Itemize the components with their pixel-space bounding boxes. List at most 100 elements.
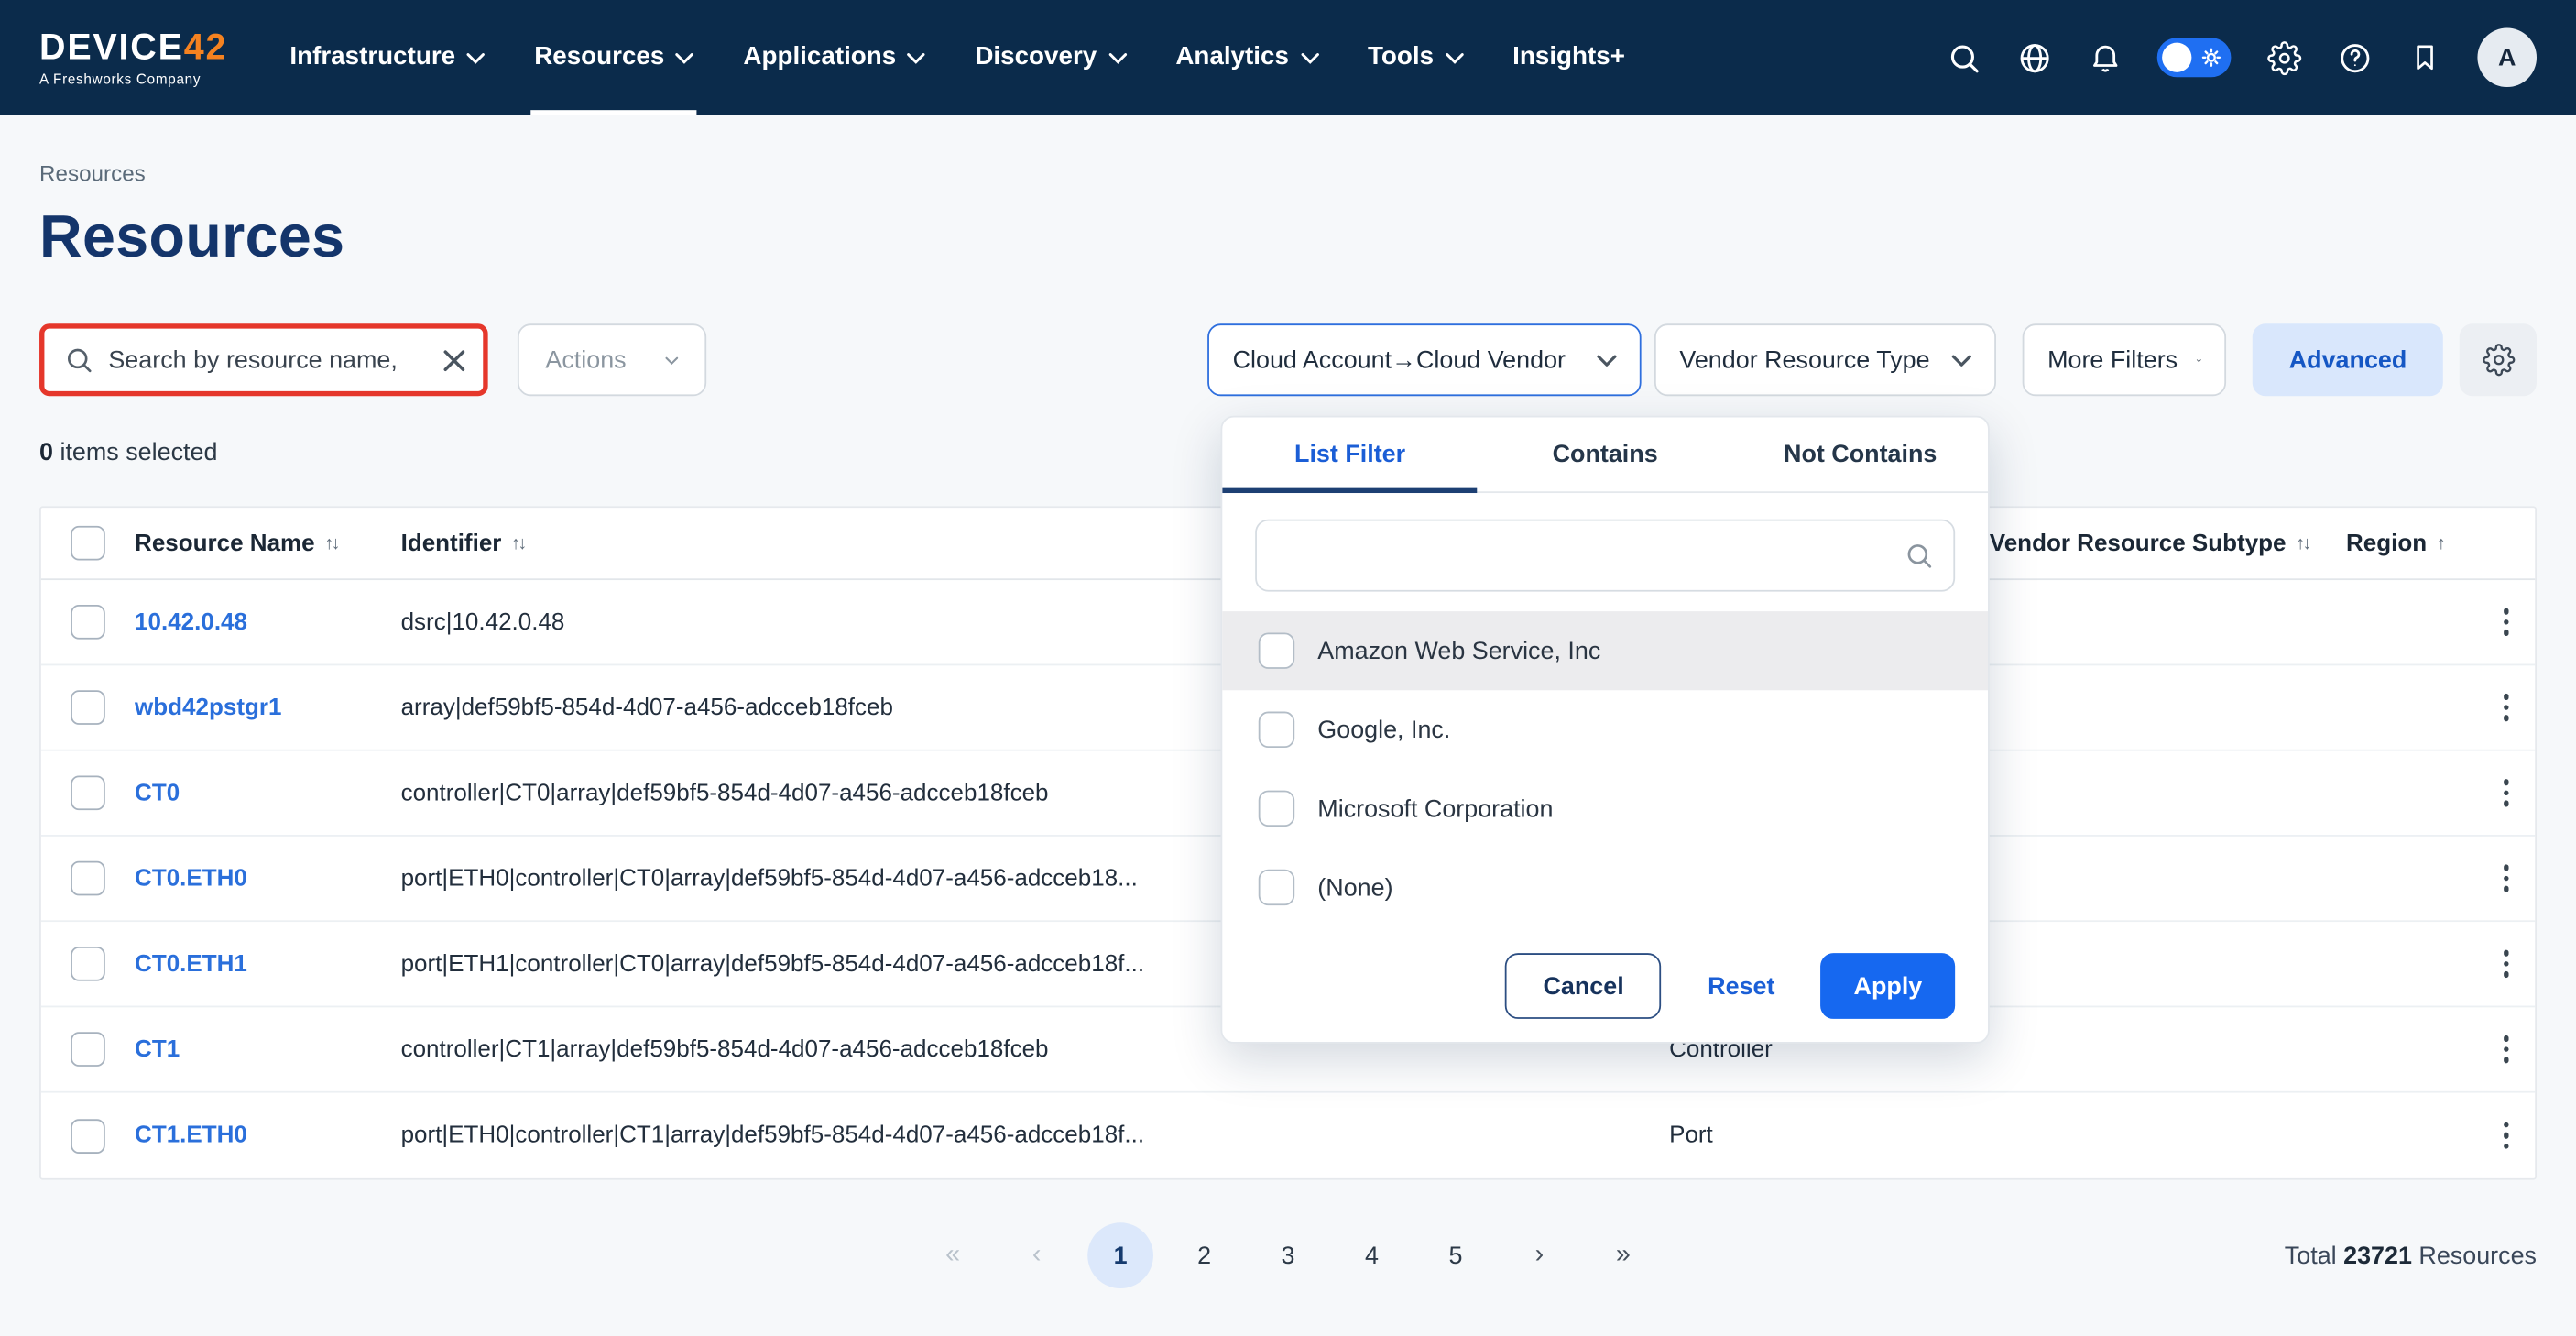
tab-list-filter[interactable]: List Filter bbox=[1222, 418, 1478, 492]
chevron-down-icon bbox=[908, 51, 926, 63]
filter-search-input[interactable] bbox=[1276, 542, 1891, 569]
row-checkbox[interactable] bbox=[71, 1118, 105, 1153]
page-button-5[interactable]: 5 bbox=[1423, 1222, 1489, 1288]
row-menu-kebab-icon[interactable] bbox=[2494, 770, 2519, 816]
chevron-down-icon bbox=[467, 51, 486, 63]
breadcrumb[interactable]: Resources bbox=[39, 161, 2537, 186]
option-checkbox[interactable] bbox=[1259, 870, 1294, 905]
row-checkbox[interactable] bbox=[71, 690, 105, 725]
row-checkbox[interactable] bbox=[71, 1032, 105, 1067]
nav-item-applications[interactable]: Applications bbox=[743, 0, 925, 115]
actions-dropdown[interactable]: Actions bbox=[518, 323, 706, 396]
search-icon bbox=[64, 345, 93, 375]
gear-icon[interactable] bbox=[2265, 39, 2301, 75]
option-checkbox[interactable] bbox=[1259, 632, 1294, 668]
table-footer: « ‹ 1 2 3 4 5 › » Total 23721 Resources bbox=[39, 1222, 2537, 1288]
tab-contains[interactable]: Contains bbox=[1478, 418, 1733, 492]
theme-toggle[interactable] bbox=[2157, 38, 2232, 77]
search-icon[interactable] bbox=[1945, 39, 1981, 75]
column-header-resource-name[interactable]: Resource Name↑↓ bbox=[135, 530, 401, 556]
chevron-down-icon bbox=[1446, 51, 1464, 63]
next-page-button[interactable]: › bbox=[1507, 1222, 1573, 1288]
nav-item-insights[interactable]: Insights+ bbox=[1512, 0, 1625, 115]
total-resources: Total 23721 Resources bbox=[2285, 1242, 2537, 1269]
filter-popup-tabs: List Filter Contains Not Contains bbox=[1222, 418, 1988, 493]
filter-option-none[interactable]: (None) bbox=[1222, 848, 1988, 926]
page-button-2[interactable]: 2 bbox=[1172, 1222, 1238, 1288]
column-header-region[interactable]: Region↑ bbox=[2346, 530, 2477, 556]
identifier-cell: port|ETH0|controller|CT1|array|def59bf5-… bbox=[401, 1122, 1670, 1149]
table-settings-button[interactable] bbox=[2460, 323, 2537, 396]
filter-option-amazon[interactable]: Amazon Web Service, Inc bbox=[1222, 611, 1988, 690]
option-checkbox[interactable] bbox=[1259, 712, 1294, 748]
filter-popup-footer: Cancel Reset Apply bbox=[1222, 926, 1988, 1042]
sort-icon: ↑↓ bbox=[324, 533, 337, 553]
resource-name-link[interactable]: CT0 bbox=[135, 780, 180, 806]
chevron-down-icon bbox=[1300, 51, 1318, 63]
selection-count: 0 bbox=[39, 439, 53, 466]
option-checkbox[interactable] bbox=[1259, 791, 1294, 827]
globe-icon[interactable] bbox=[2016, 39, 2052, 75]
filter-option-microsoft[interactable]: Microsoft Corporation bbox=[1222, 769, 1988, 848]
first-page-button[interactable]: « bbox=[920, 1222, 986, 1288]
top-navigation: DEVICE42 A Freshworks Company Infrastruc… bbox=[0, 0, 2576, 115]
nav-item-analytics[interactable]: Analytics bbox=[1175, 0, 1318, 115]
search-input[interactable] bbox=[108, 346, 427, 374]
sun-icon bbox=[2199, 44, 2225, 79]
chevron-down-icon bbox=[666, 354, 679, 366]
resource-name-link[interactable]: CT1.ETH0 bbox=[135, 1122, 247, 1149]
previous-page-button[interactable]: ‹ bbox=[1004, 1222, 1070, 1288]
resource-name-link[interactable]: CT1 bbox=[135, 1036, 180, 1063]
select-all-checkbox[interactable] bbox=[71, 526, 105, 561]
bookmark-icon[interactable] bbox=[2407, 39, 2442, 75]
nav-item-infrastructure[interactable]: Infrastructure bbox=[289, 0, 485, 115]
logo-wordmark: DEVICE42 bbox=[39, 28, 227, 64]
device42-logo[interactable]: DEVICE42 A Freshworks Company bbox=[39, 0, 227, 115]
apply-button[interactable]: Apply bbox=[1821, 953, 1955, 1019]
search-icon bbox=[1905, 541, 1934, 570]
row-menu-kebab-icon[interactable] bbox=[2494, 684, 2519, 731]
row-menu-kebab-icon[interactable] bbox=[2494, 940, 2519, 987]
row-menu-kebab-icon[interactable] bbox=[2494, 1112, 2519, 1159]
row-checkbox[interactable] bbox=[71, 861, 105, 896]
tab-not-contains[interactable]: Not Contains bbox=[1732, 418, 1988, 492]
chevron-down-icon bbox=[1108, 51, 1127, 63]
cloud-vendor-filter-dropdown[interactable]: Cloud Account→Cloud Vendor bbox=[1208, 323, 1642, 396]
resource-search-box[interactable] bbox=[39, 323, 488, 396]
nav-item-tools[interactable]: Tools bbox=[1368, 0, 1463, 115]
column-header-vendor-resource-subtype[interactable]: Vendor Resource Subtype↑↓ bbox=[1990, 530, 2346, 556]
resource-name-link[interactable]: CT0.ETH0 bbox=[135, 865, 247, 892]
chevron-down-icon bbox=[2198, 354, 2202, 366]
vendor-resource-type-dropdown[interactable]: Vendor Resource Type bbox=[1654, 323, 1996, 396]
pagination: « ‹ 1 2 3 4 5 › » bbox=[920, 1222, 1655, 1288]
user-avatar[interactable]: A bbox=[2477, 27, 2537, 87]
filter-option-google[interactable]: Google, Inc. bbox=[1222, 690, 1988, 769]
advanced-button[interactable]: Advanced bbox=[2253, 323, 2443, 396]
vendor-type-cell: Port bbox=[1669, 1122, 1990, 1149]
last-page-button[interactable]: » bbox=[1590, 1222, 1656, 1288]
reset-button[interactable]: Reset bbox=[1685, 953, 1797, 1019]
bell-icon[interactable] bbox=[2087, 39, 2123, 75]
toggle-knob bbox=[2162, 43, 2191, 72]
nav-item-discovery[interactable]: Discovery bbox=[975, 0, 1126, 115]
sort-icon: ↑↓ bbox=[2296, 533, 2309, 553]
cancel-button[interactable]: Cancel bbox=[1505, 953, 1662, 1019]
row-menu-kebab-icon[interactable] bbox=[2494, 598, 2519, 645]
clear-search-icon[interactable] bbox=[442, 347, 466, 372]
help-icon[interactable] bbox=[2336, 39, 2372, 75]
more-filters-dropdown[interactable]: More Filters bbox=[2023, 323, 2226, 396]
row-checkbox[interactable] bbox=[71, 947, 105, 981]
row-checkbox[interactable] bbox=[71, 605, 105, 640]
row-menu-kebab-icon[interactable] bbox=[2494, 855, 2519, 902]
page-button-1[interactable]: 1 bbox=[1087, 1222, 1153, 1288]
page-button-3[interactable]: 3 bbox=[1255, 1222, 1321, 1288]
resource-name-link[interactable]: CT0.ETH1 bbox=[135, 950, 247, 977]
row-menu-kebab-icon[interactable] bbox=[2494, 1026, 2519, 1073]
row-checkbox[interactable] bbox=[71, 775, 105, 810]
resource-name-link[interactable]: wbd42pstgr1 bbox=[135, 695, 281, 721]
nav-item-resources[interactable]: Resources bbox=[534, 0, 693, 115]
page-button-4[interactable]: 4 bbox=[1339, 1222, 1405, 1288]
main-nav: Infrastructure Resources Applications Di… bbox=[289, 0, 1625, 115]
resource-name-link[interactable]: 10.42.0.48 bbox=[135, 608, 247, 635]
filter-search-box[interactable] bbox=[1255, 520, 1955, 592]
